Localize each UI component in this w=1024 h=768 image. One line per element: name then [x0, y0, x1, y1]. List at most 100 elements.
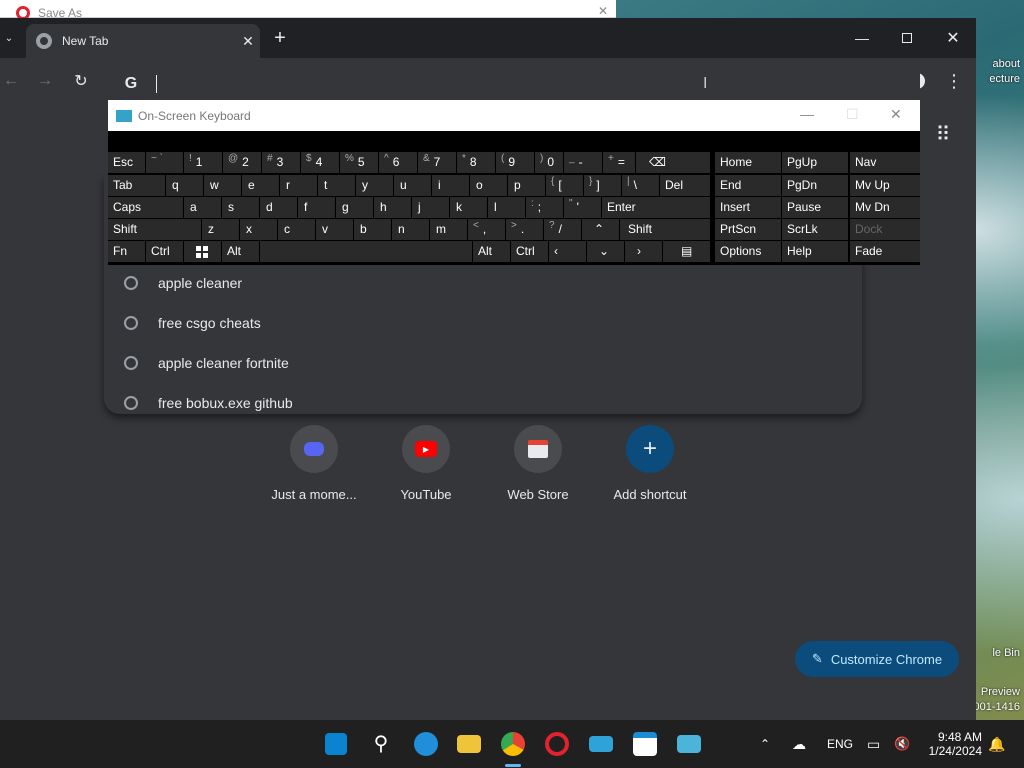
key-a[interactable]: a: [184, 197, 221, 218]
key-space[interactable]: [260, 241, 472, 262]
key-u[interactable]: u: [394, 175, 431, 196]
maximize-icon[interactable]: [895, 26, 919, 50]
key-prtscn[interactable]: PrtScn: [715, 219, 781, 240]
store-icon[interactable]: [633, 732, 657, 756]
opera-taskbar-icon[interactable]: [545, 732, 569, 756]
key-insert[interactable]: Insert: [715, 197, 781, 218]
key-7[interactable]: & 7: [418, 152, 456, 173]
shortcut-tile-youtube[interactable]: ▶ YouTube: [370, 425, 482, 502]
language-indicator[interactable]: ENG: [827, 720, 853, 768]
key-alt-right[interactable]: Alt: [473, 241, 510, 262]
key-tilde[interactable]: ~ `: [146, 152, 183, 173]
desktop-recycle-bin-label[interactable]: le Bin: [992, 647, 1020, 659]
key-shift-left[interactable]: Shift: [108, 219, 201, 240]
volume-muted-icon[interactable]: 🔇: [894, 720, 910, 768]
tab-new-tab[interactable]: New Tab ✕: [26, 24, 260, 58]
chrome-taskbar-icon[interactable]: [501, 732, 525, 756]
reload-icon[interactable]: ↻: [70, 70, 92, 92]
key-j[interactable]: j: [412, 197, 449, 218]
key-alt-left[interactable]: Alt: [222, 241, 259, 262]
key-s[interactable]: s: [222, 197, 259, 218]
osk-title-bar[interactable]: On-Screen Keyboard — ☐ ✕: [108, 100, 920, 131]
add-shortcut-button[interactable]: + Add shortcut: [594, 425, 706, 502]
key-m[interactable]: m: [430, 219, 467, 240]
key-arrow-down[interactable]: ⌄: [587, 241, 624, 262]
shortcut-tile-web-store[interactable]: Web Store: [482, 425, 594, 502]
key-c[interactable]: c: [278, 219, 315, 240]
key-4[interactable]: $4: [301, 152, 339, 173]
key-help[interactable]: Help: [782, 241, 848, 262]
background-window[interactable]: Save As ✕: [0, 0, 616, 20]
key-enter[interactable]: Enter: [602, 197, 710, 218]
more-menu-icon[interactable]: ⋮: [942, 70, 966, 92]
suggestion-item[interactable]: apple cleaner: [104, 263, 862, 303]
key-quote[interactable]: " ': [564, 197, 601, 218]
key-fade[interactable]: Fade: [850, 241, 920, 262]
minimize-icon[interactable]: —: [800, 106, 814, 122]
close-tab-icon[interactable]: ✕: [236, 33, 260, 50]
key-slash[interactable]: ? /: [544, 219, 581, 240]
key-h[interactable]: h: [374, 197, 411, 218]
key-backslash[interactable]: | \: [622, 175, 659, 196]
key-8[interactable]: * 8: [457, 152, 495, 173]
key-mvdn[interactable]: Mv Dn: [850, 197, 920, 218]
key-9[interactable]: (9: [496, 152, 534, 173]
key-menu[interactable]: ▤: [663, 241, 710, 262]
key-period[interactable]: >.: [506, 219, 543, 240]
key-i[interactable]: i: [432, 175, 469, 196]
key-right-bracket[interactable]: }]: [584, 175, 621, 196]
suggestion-item[interactable]: apple cleaner fortnite: [104, 343, 862, 383]
key-ctrl-left[interactable]: Ctrl: [146, 241, 183, 262]
back-arrow-icon[interactable]: ←: [0, 70, 22, 92]
key-q[interactable]: q: [166, 175, 203, 196]
key-fn[interactable]: Fn: [108, 241, 145, 262]
close-icon[interactable]: ✕: [890, 106, 902, 123]
edge-dev-icon[interactable]: [414, 732, 438, 756]
onedrive-offline-icon[interactable]: ☁: [792, 720, 806, 768]
key-l[interactable]: l: [488, 197, 525, 218]
key-g[interactable]: g: [336, 197, 373, 218]
key-pgdn[interactable]: PgDn: [782, 175, 848, 196]
key-n[interactable]: n: [392, 219, 429, 240]
key-w[interactable]: w: [204, 175, 241, 196]
notification-bell-icon[interactable]: 🔔: [988, 720, 1005, 768]
key-ctrl-right[interactable]: Ctrl: [511, 241, 548, 262]
new-tab-plus-icon[interactable]: +: [268, 26, 292, 50]
tablet-app-icon[interactable]: [589, 736, 613, 752]
key-minus[interactable]: _ -: [564, 152, 602, 173]
key-x[interactable]: x: [240, 219, 277, 240]
key-equals[interactable]: + =: [603, 152, 635, 173]
key-scrlk[interactable]: ScrLk: [782, 219, 848, 240]
key-left-bracket[interactable]: {[: [546, 175, 583, 196]
key-semicolon[interactable]: :;: [526, 197, 563, 218]
close-icon[interactable]: ✕: [598, 4, 608, 18]
google-apps-grid-icon[interactable]: ⠿: [930, 122, 954, 146]
key-k[interactable]: k: [450, 197, 487, 218]
key-6[interactable]: ^ 6: [379, 152, 417, 173]
network-icon[interactable]: ▭: [867, 720, 880, 768]
key-del[interactable]: Del: [660, 175, 710, 196]
file-explorer-icon[interactable]: [457, 735, 481, 753]
key-pause[interactable]: Pause: [782, 197, 848, 218]
key-v[interactable]: v: [316, 219, 353, 240]
key-y[interactable]: y: [356, 175, 393, 196]
key-r[interactable]: r: [280, 175, 317, 196]
key-arrow-up[interactable]: ⌃: [582, 219, 619, 240]
key-home[interactable]: Home: [715, 152, 781, 173]
key-5[interactable]: % 5: [340, 152, 378, 173]
key-options[interactable]: Options: [715, 241, 781, 262]
key-2[interactable]: @2: [223, 152, 261, 173]
key-p[interactable]: p: [508, 175, 545, 196]
clock[interactable]: 9:48 AM 1/24/2024: [922, 720, 982, 768]
key-z[interactable]: z: [202, 219, 239, 240]
key-0[interactable]: ) 0: [535, 152, 563, 173]
key-caps[interactable]: Caps: [108, 197, 183, 218]
key-d[interactable]: d: [260, 197, 297, 218]
omnibox[interactable]: G I: [108, 64, 920, 104]
close-window-icon[interactable]: ✕: [941, 26, 965, 50]
key-tab[interactable]: Tab: [108, 175, 165, 196]
suggestion-item[interactable]: free bobux.exe github: [104, 383, 862, 423]
key-e[interactable]: e: [242, 175, 279, 196]
key-arrow-left[interactable]: ‹: [549, 241, 586, 262]
key-o[interactable]: o: [470, 175, 507, 196]
